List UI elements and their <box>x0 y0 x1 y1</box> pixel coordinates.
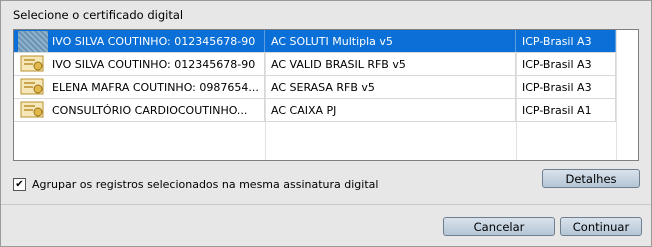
continue-button[interactable]: Continuar <box>560 217 642 236</box>
dialog-title: Selecione o certificado digital <box>13 8 184 22</box>
certificate-type: ICP-Brasil A3 <box>516 76 616 98</box>
divider <box>1 204 651 205</box>
certificate-row[interactable]: IVO SILVA COUTINHO: 012345678-90 AC SOLU… <box>14 30 616 53</box>
group-signatures-label: Agrupar os registros selecionados na mes… <box>32 178 379 191</box>
certificate-issuer: AC VALID BRASIL RFB v5 <box>265 53 516 75</box>
certificate-row[interactable]: CONSULTÓRIO CARDIOCOUTINHO... AC CAIXA P… <box>14 99 616 122</box>
cancel-button[interactable]: Cancelar <box>443 217 555 236</box>
certificate-row[interactable]: IVO SILVA COUTINHO: 012345678-90 AC VALI… <box>14 53 616 76</box>
column-divider <box>616 30 617 160</box>
certificate-icon <box>18 100 48 121</box>
certificate-icon <box>18 54 48 75</box>
certificate-issuer: AC SOLUTI Multipla v5 <box>265 30 516 52</box>
certificate-holder: CONSULTÓRIO CARDIOCOUTINHO... <box>52 103 248 117</box>
certificate-type: ICP-Brasil A3 <box>516 30 616 52</box>
certificate-dialog: Selecione o certificado digital IVO SILV… <box>0 0 652 247</box>
certificate-type: ICP-Brasil A3 <box>516 53 616 75</box>
certificate-holder: IVO SILVA COUTINHO: 012345678-90 <box>52 34 256 48</box>
certificate-holder: ELENA MAFRA COUTINHO: 0987654... <box>52 80 259 94</box>
certificate-row[interactable]: ELENA MAFRA COUTINHO: 0987654... AC SERA… <box>14 76 616 99</box>
certificate-list[interactable]: IVO SILVA COUTINHO: 012345678-90 AC SOLU… <box>13 29 639 161</box>
group-signatures-option[interactable]: ✔ Agrupar os registros selecionados na m… <box>13 178 378 191</box>
group-signatures-checkbox[interactable]: ✔ <box>13 178 26 191</box>
certificate-type: ICP-Brasil A1 <box>516 99 616 121</box>
details-button[interactable]: Detalhes <box>542 169 640 188</box>
certificate-icon <box>18 30 48 52</box>
certificate-holder: IVO SILVA COUTINHO: 012345678-90 <box>52 57 256 71</box>
certificate-issuer: AC SERASA RFB v5 <box>265 76 516 98</box>
certificate-icon <box>18 77 48 98</box>
certificate-issuer: AC CAIXA PJ <box>265 99 516 121</box>
